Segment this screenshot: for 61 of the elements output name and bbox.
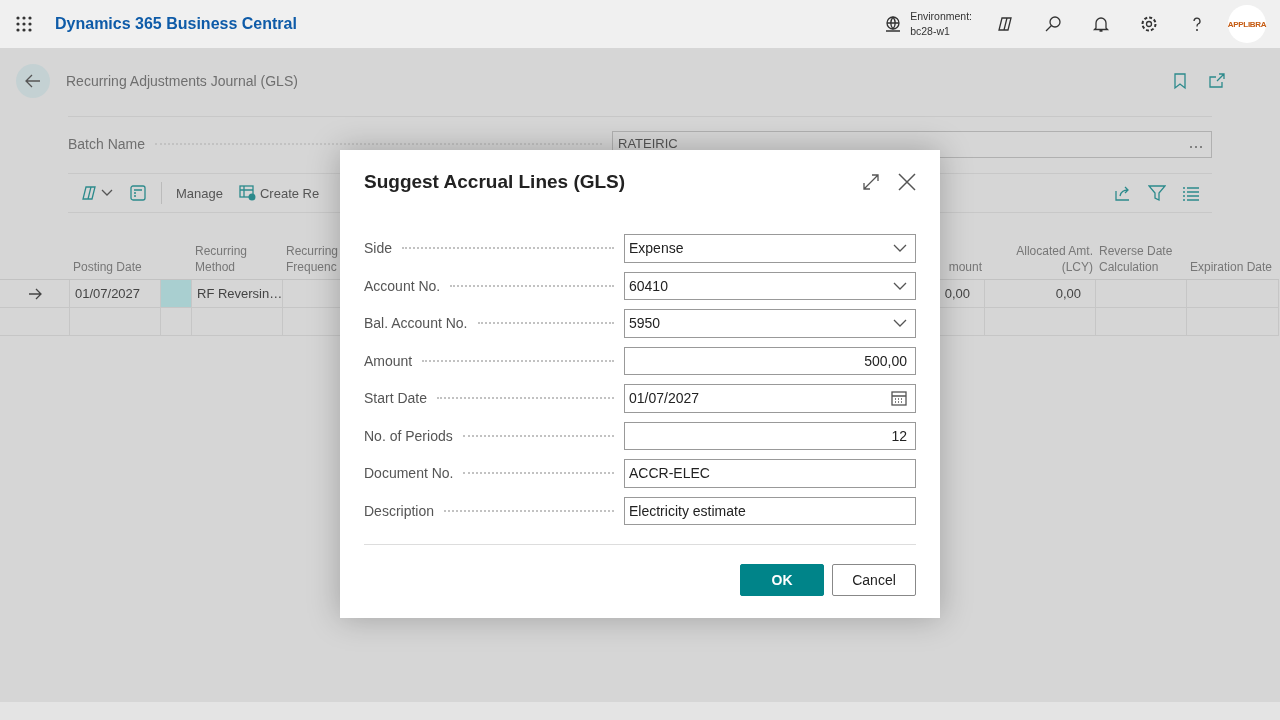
field-label: Description — [364, 502, 435, 519]
column-header[interactable]: Expiration Date — [1190, 259, 1273, 275]
environment-label: Environment: — [910, 9, 972, 24]
page-title: Recurring Adjustments Journal (GLS) — [66, 73, 298, 89]
copilot-menu-button[interactable] — [80, 184, 113, 202]
column-header[interactable]: Allocated Amt. (LCY) — [988, 243, 1093, 275]
chevron-down-icon — [893, 319, 907, 328]
filter-icon[interactable] — [1148, 184, 1166, 202]
row-arrow-icon — [27, 287, 42, 300]
calendar-icon — [891, 390, 907, 407]
field-label: Bal. Account No. — [364, 315, 468, 332]
caret-icon — [101, 189, 113, 197]
column-header[interactable]: Recurring Method — [195, 243, 280, 275]
dropdown-field[interactable]: 5950 — [624, 309, 916, 338]
field-label: Account No. — [364, 277, 441, 294]
more-options-icon — [1189, 144, 1203, 149]
list-icon[interactable] — [1182, 184, 1200, 202]
close-icon[interactable] — [898, 173, 916, 191]
search-icon[interactable] — [1044, 15, 1062, 33]
ok-button[interactable]: OK — [740, 564, 824, 596]
app-title[interactable]: Dynamics 365 Business Central — [55, 15, 297, 33]
dropdown-field[interactable]: 60410 — [624, 271, 916, 300]
settings-icon[interactable] — [1140, 15, 1158, 33]
field-label: Start Date — [364, 390, 428, 407]
text-field[interactable]: Electricity estimate — [624, 496, 916, 525]
text-field[interactable]: ACCR-ELEC — [624, 459, 916, 488]
table-cell: RF Reversin… — [192, 280, 283, 308]
column-header[interactable]: Posting Date — [73, 259, 142, 275]
table-cell: 0,00 — [985, 280, 1096, 308]
field-label: Document No. — [364, 465, 454, 482]
avatar[interactable]: APPLIBRA — [1228, 5, 1266, 43]
bookmark-icon[interactable] — [1172, 72, 1188, 90]
field-label: Amount — [364, 352, 413, 369]
open-in-new-window-icon[interactable] — [1208, 72, 1226, 90]
back-arrow-icon — [24, 72, 42, 90]
bell-icon[interactable] — [1092, 15, 1110, 33]
dialog-title: Suggest Accrual Lines (GLS) — [364, 171, 626, 193]
manage-tab[interactable]: Manage — [176, 185, 223, 201]
environment-icon[interactable] — [884, 15, 903, 33]
number-field[interactable]: 12 — [624, 421, 916, 450]
cancel-button[interactable]: Cancel — [832, 564, 916, 596]
column-header[interactable]: mount — [948, 259, 982, 275]
column-header[interactable]: Reverse Date Calculation — [1099, 243, 1184, 275]
chevron-down-icon — [893, 281, 907, 290]
layout-icon[interactable] — [129, 184, 147, 202]
avatar-text: APPLIBRA — [1227, 19, 1267, 29]
environment-name: bc28-w1 — [910, 24, 951, 39]
field-label: Side — [364, 240, 393, 257]
number-field[interactable]: 500,00 — [624, 346, 916, 375]
back-button[interactable] — [16, 64, 50, 98]
selected-cell[interactable] — [161, 280, 192, 308]
share-icon[interactable] — [1114, 184, 1132, 202]
field-label: Batch Name — [68, 136, 146, 152]
dropdown-field[interactable]: Expense — [624, 234, 916, 263]
date-field[interactable]: 01/07/2027 — [624, 384, 916, 413]
field-label: No. of Periods — [364, 427, 453, 444]
chevron-down-icon — [893, 244, 907, 253]
expand-icon[interactable] — [862, 173, 880, 191]
row-selector-cell[interactable] — [0, 280, 70, 308]
create-action[interactable]: Create Re — [239, 184, 320, 202]
app-launcher-icon[interactable] — [15, 15, 33, 33]
